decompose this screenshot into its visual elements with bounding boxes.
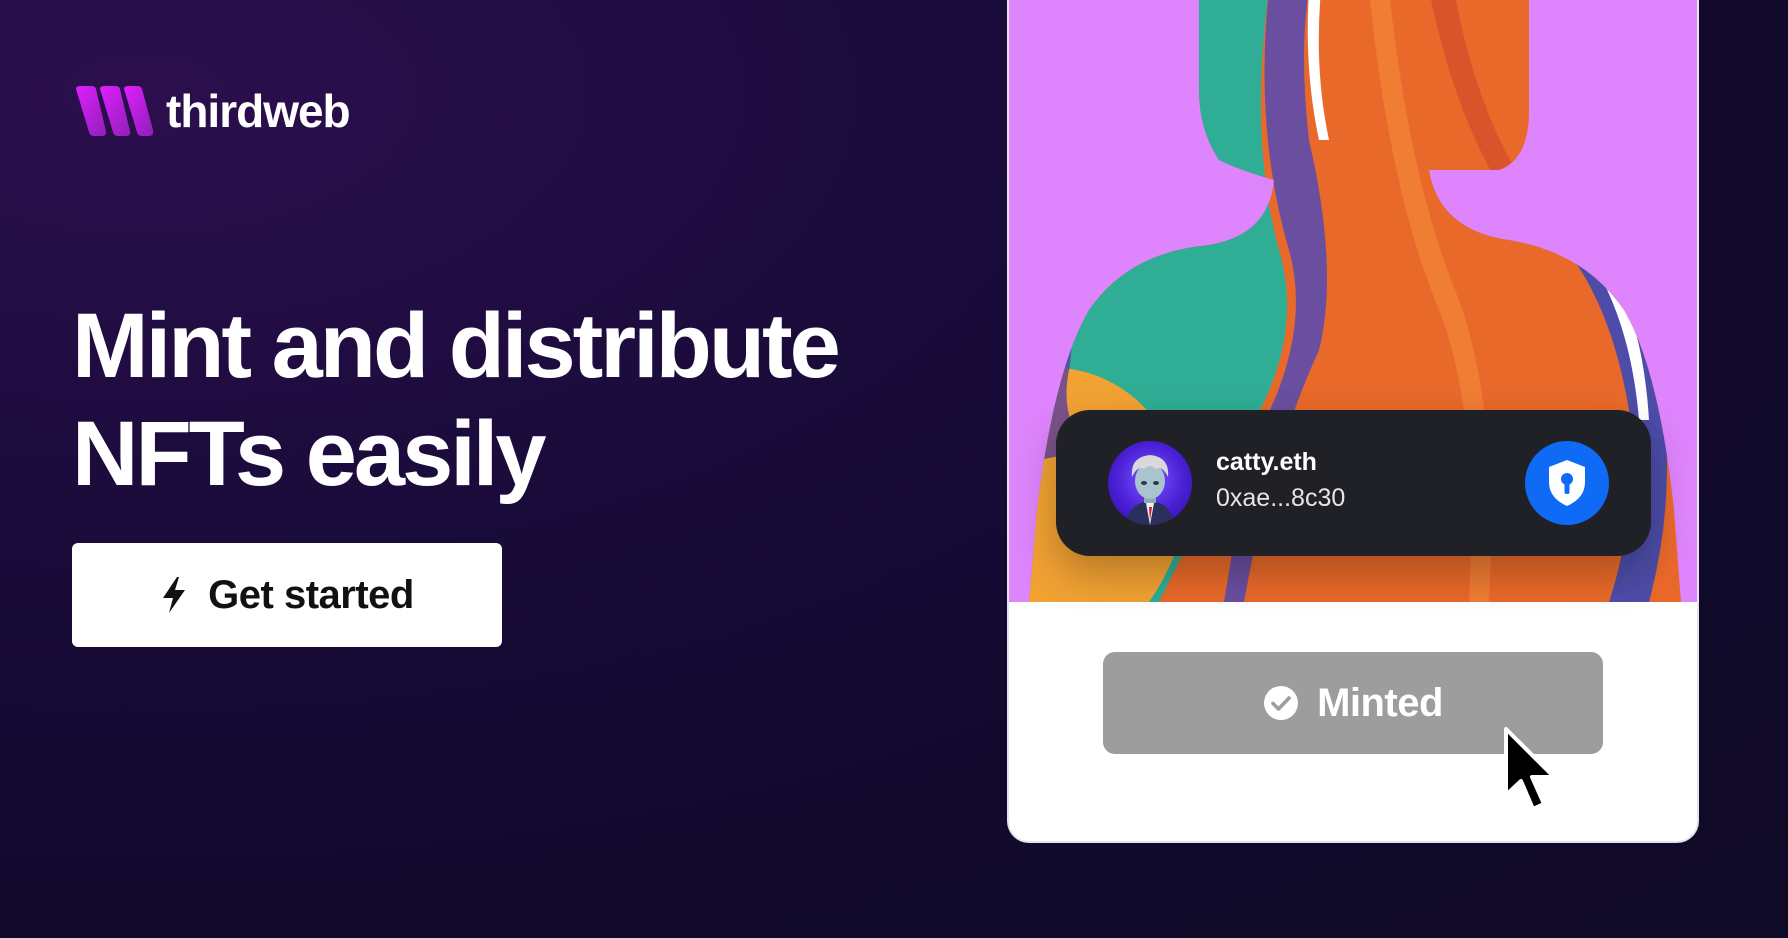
avatar xyxy=(1108,441,1192,525)
check-circle-icon xyxy=(1264,686,1299,720)
mouse-cursor-icon xyxy=(1504,727,1556,811)
minted-label: Minted xyxy=(1317,680,1443,725)
avatar-icon xyxy=(1126,455,1174,525)
brand-logo[interactable]: thirdweb xyxy=(76,85,351,137)
bolt-icon xyxy=(163,577,186,613)
wallet-name: catty.eth xyxy=(1216,448,1317,476)
wallet-card[interactable]: catty.eth 0xae...8c30 xyxy=(1056,410,1651,556)
get-started-label: Get started xyxy=(208,572,414,617)
hero-headline: Mint and distribute NFTs easily xyxy=(72,292,972,508)
brand-name: thirdweb xyxy=(166,85,351,137)
thirdweb-logo-icon xyxy=(76,86,154,136)
shield-lock-icon xyxy=(1549,460,1585,506)
get-started-button[interactable]: Get started xyxy=(72,543,502,647)
wallet-address: 0xae...8c30 xyxy=(1216,484,1346,512)
hero-line-1: Mint and distribute xyxy=(72,295,841,397)
security-button[interactable] xyxy=(1525,441,1609,525)
hero-line-2: NFTs easily xyxy=(72,403,547,505)
